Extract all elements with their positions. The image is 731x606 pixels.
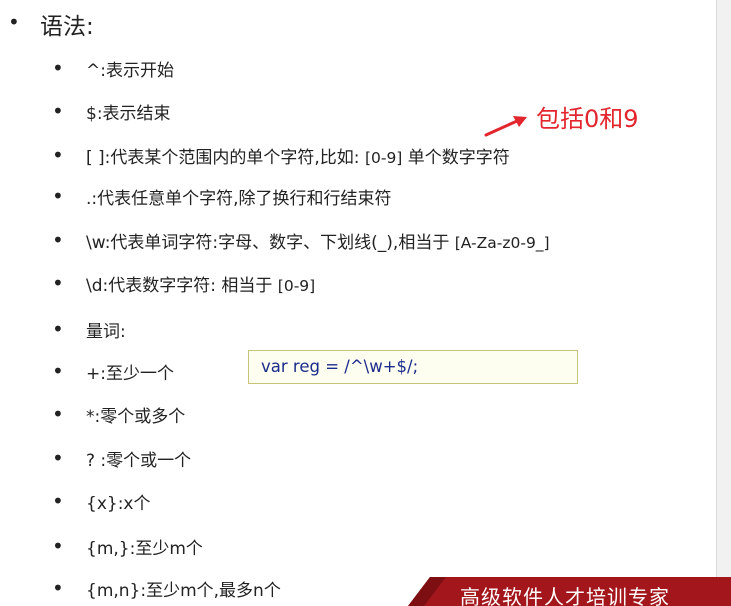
item-dollar: $:表示结束 — [86, 99, 171, 124]
item-digit: \d:代表数字字符: 相当于 [0-9] — [86, 271, 315, 296]
red-arrow-icon — [484, 116, 527, 137]
code-example-box: var reg = /^\w+$/; — [248, 350, 578, 384]
item-bullet: • — [52, 184, 64, 208]
slide: • 语法: • • • • • • • • • • • • • ^:表示开始 $… — [0, 0, 731, 606]
item-exact: {x}:x个 — [86, 489, 150, 514]
item-exact-text: {x}:x个 — [86, 494, 151, 514]
item-bullet: • — [52, 489, 64, 513]
item-brackets-text: [ ]:代表某个范围内的单个字符,比如: — [86, 148, 360, 168]
slide-edge — [716, 0, 731, 606]
item-star: *:零个或多个 — [86, 402, 185, 427]
item-word: \w:代表单词字符:字母、数字、下划线(_),相当于 [A-Za-z0-9_] — [86, 228, 550, 253]
slide-heading: 语法: — [40, 14, 94, 40]
item-bullet: • — [52, 402, 64, 426]
item-word-code: [A-Za-z0-9_] — [454, 234, 550, 252]
item-caret-text: ^:表示开始 — [86, 61, 174, 81]
annotation-text: 包括0和9 — [536, 105, 639, 133]
item-range: {m,n}:至少m个,最多n个 — [86, 576, 281, 601]
item-question-text: ? :零个或一个 — [86, 451, 192, 471]
item-star-text: *:零个或多个 — [86, 407, 186, 427]
item-bullet: • — [52, 271, 64, 295]
item-bullet: • — [52, 143, 64, 167]
item-plus-text: +:至少一个 — [86, 364, 174, 384]
item-brackets: [ ]:代表某个范围内的单个字符,比如: [0-9] 单个数字字符 — [86, 143, 510, 168]
item-digit-code: [0-9] — [277, 277, 316, 295]
item-quantifier-text: 量词: — [86, 322, 126, 342]
footer-banner: 高级软件人才培训专家 — [408, 577, 731, 606]
item-at-least: {m,}:至少m个 — [86, 534, 203, 559]
item-dollar-text: $:表示结束 — [86, 104, 171, 124]
item-bullet: • — [52, 359, 64, 383]
item-bullet: • — [52, 56, 64, 80]
item-word-text: \w:代表单词字符:字母、数字、下划线(_),相当于 — [86, 233, 455, 253]
item-brackets-tail: 单个数字字符 — [402, 148, 510, 168]
item-at-least-text: {m,}:至少m个 — [86, 539, 203, 559]
item-range-text: {m,n}:至少m个,最多n个 — [86, 581, 281, 601]
item-dot: .:代表任意单个字符,除了换行和行结束符 — [86, 184, 392, 209]
item-bullet: • — [52, 446, 64, 470]
item-dot-text: .:代表任意单个字符,除了换行和行结束符 — [86, 189, 392, 209]
heading-bullet: • — [8, 10, 20, 34]
item-bullet: • — [52, 576, 64, 600]
item-plus: +:至少一个 — [86, 359, 174, 384]
banner-slogan: 高级软件人才培训专家 — [460, 585, 670, 606]
item-bullet: • — [52, 228, 64, 252]
item-bullet: • — [52, 317, 64, 341]
item-bullet: • — [52, 534, 64, 558]
item-question: ? :零个或一个 — [86, 446, 191, 471]
item-bullet: • — [52, 99, 64, 123]
item-quantifier: 量词: — [86, 317, 126, 342]
item-brackets-code: [0-9] — [364, 149, 403, 167]
item-digit-text: \d:代表数字字符: 相当于 — [86, 276, 278, 296]
item-caret: ^:表示开始 — [86, 56, 174, 81]
